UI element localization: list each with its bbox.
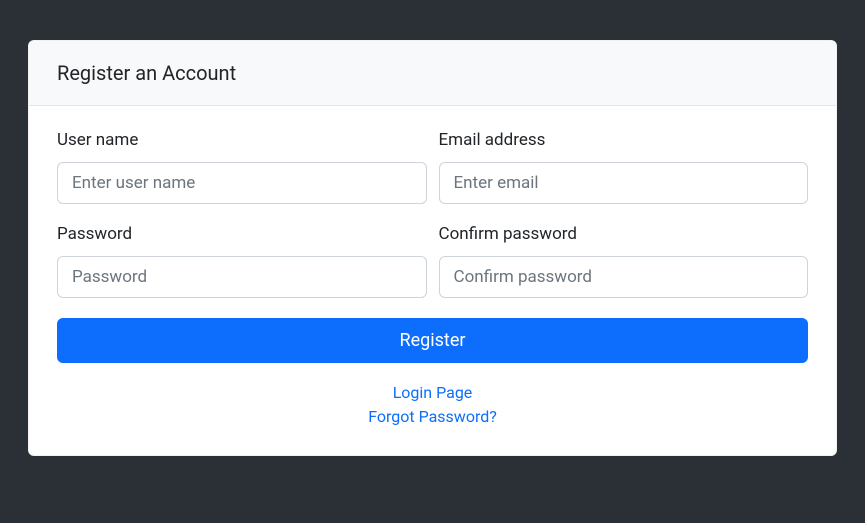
username-group: User name [57,130,427,204]
login-page-link[interactable]: Login Page [57,381,808,405]
confirm-password-label: Confirm password [439,224,809,244]
form-row-1: User name Email address [57,130,808,204]
email-group: Email address [439,130,809,204]
email-input[interactable] [439,162,809,204]
register-card: Register an Account User name Email addr… [28,40,837,456]
confirm-password-group: Confirm password [439,224,809,298]
card-title: Register an Account [29,41,836,106]
password-group: Password [57,224,427,298]
username-label: User name [57,130,427,150]
register-button[interactable]: Register [57,318,808,363]
card-body: User name Email address Password Confirm… [29,106,836,455]
links: Login Page Forgot Password? [57,381,808,429]
email-label: Email address [439,130,809,150]
username-input[interactable] [57,162,427,204]
password-label: Password [57,224,427,244]
confirm-password-input[interactable] [439,256,809,298]
forgot-password-link[interactable]: Forgot Password? [57,405,808,429]
password-input[interactable] [57,256,427,298]
form-row-2: Password Confirm password [57,224,808,298]
